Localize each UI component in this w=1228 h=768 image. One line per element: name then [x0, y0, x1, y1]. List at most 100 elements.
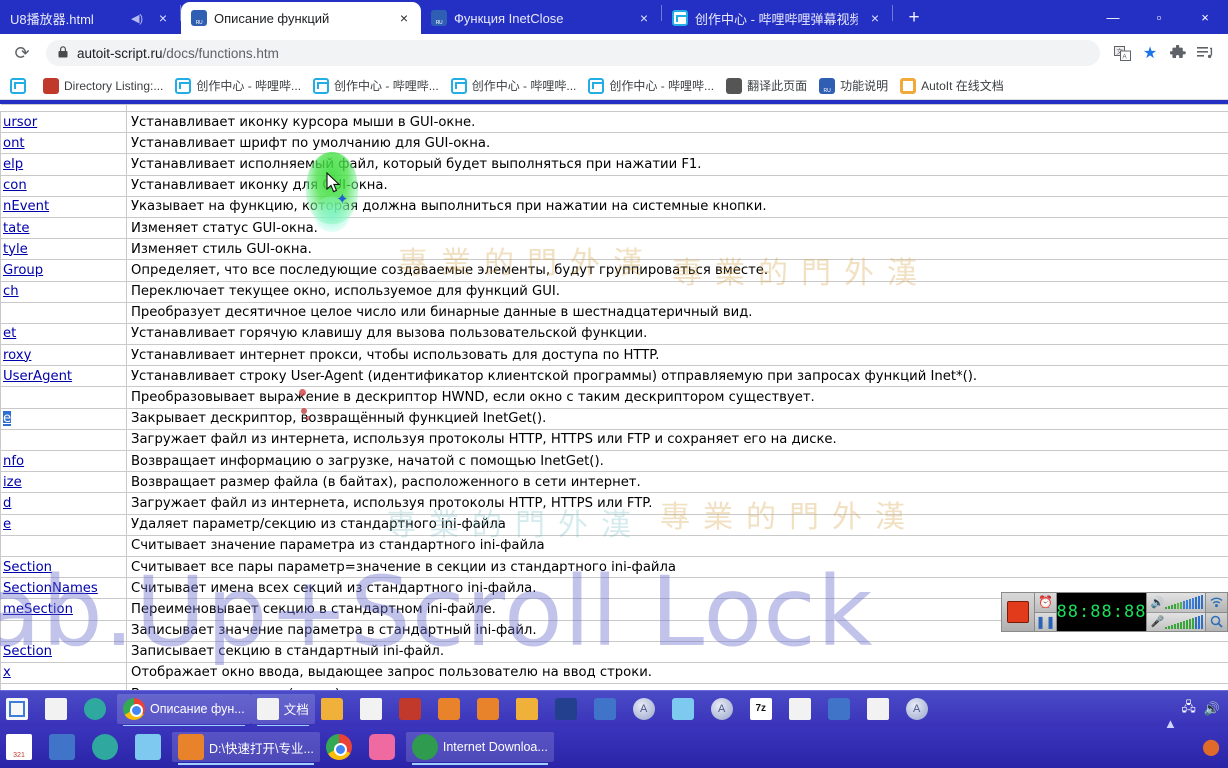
minimize-button[interactable]: — [1090, 0, 1136, 34]
volume-icon[interactable]: 🔊 [1204, 701, 1220, 717]
table-cell-description: Устанавливает иконку курсора мыши в GUI-… [126, 110, 1228, 134]
browser-tab-0[interactable]: U8播放器.html ◀) × [0, 2, 180, 34]
taskbar-icon-button[interactable] [861, 694, 900, 724]
taskbar-icon-button[interactable] [783, 694, 822, 724]
taskbar-icon-button[interactable] [432, 694, 471, 724]
taskbar-icon-button[interactable] [588, 694, 627, 724]
taskbar-icon-button[interactable] [86, 732, 129, 762]
function-link[interactable]: ursor [3, 115, 37, 130]
table-cell-description: Указывает на функцию, которая должна вып… [126, 195, 1228, 218]
taskbar-icon-button[interactable] [0, 694, 39, 724]
function-link[interactable]: et [3, 326, 16, 341]
taskbar-icon-button[interactable] [510, 694, 549, 724]
taskbar-window-button[interactable]: 文档 [250, 693, 315, 727]
function-link[interactable]: x [3, 665, 11, 680]
microphone-volume-row[interactable]: 🎤 [1147, 612, 1206, 631]
taskbar-window-button[interactable]: Описание фун... [117, 693, 251, 727]
taskbar-icon-button[interactable] [900, 694, 939, 724]
taskbar-icon-button[interactable] [627, 694, 666, 724]
taskbar-icon-button[interactable] [666, 694, 705, 724]
bookmark-item[interactable]: 创作中心 - 哔哩哔... [582, 75, 720, 97]
tab-title: U8播放器.html [10, 11, 94, 27]
media-menu-icon[interactable] [1192, 39, 1220, 67]
function-link[interactable]: elp [3, 157, 23, 172]
wifi-icon[interactable] [1206, 593, 1227, 613]
function-link[interactable]: Section [3, 644, 52, 659]
function-link[interactable]: nEvent [3, 199, 49, 214]
tray-circle-icon[interactable]: ⬤ [1202, 737, 1220, 757]
reload-icon[interactable]: ⟳ [8, 39, 36, 67]
table-cell-function-name: et [0, 322, 127, 346]
tab-close-icon[interactable]: × [393, 7, 415, 29]
bookmark-item[interactable]: AutoIt 在线文档 [894, 75, 1010, 97]
speaker-volume-row[interactable]: 🔊 [1147, 593, 1206, 613]
function-link[interactable]: d [3, 496, 11, 511]
translate-icon[interactable]: 文A [1108, 39, 1136, 67]
function-link[interactable]: Section [3, 560, 52, 575]
bookmark-item[interactable]: 功能说明 [813, 75, 894, 97]
extensions-icon[interactable] [1164, 39, 1192, 67]
taskbar-icon-button[interactable] [39, 694, 78, 724]
bookmark-item[interactable]: Directory Listing:... [37, 75, 169, 97]
function-link[interactable]: ont [3, 136, 25, 151]
taskbar-icon-button[interactable] [393, 694, 432, 724]
network-icon[interactable]: 🖧 [1181, 698, 1196, 720]
taskbar-icon-button[interactable] [43, 732, 86, 762]
bookmark-item[interactable]: 创作中心 - 哔哩哔... [307, 75, 445, 97]
browser-tab-3[interactable]: 创作中心 - 哔哩哔哩弹幕视频网 × [662, 2, 892, 34]
pause-icon[interactable]: ❚❚ [1035, 612, 1056, 631]
function-link[interactable]: con [3, 178, 27, 193]
function-link[interactable]: tate [3, 221, 30, 236]
taskbar-window-button[interactable]: Internet Downloa... [405, 732, 554, 765]
taskbar-icon-button[interactable] [0, 732, 43, 762]
taskbar-icon-button[interactable] [320, 732, 363, 762]
browser-tab-2[interactable]: Функция InetClose × [421, 2, 661, 34]
bookmark-item[interactable]: 创作中心 - 哔哩哔... [169, 75, 307, 97]
taskbar-icon-button[interactable] [471, 694, 510, 724]
taskbar-icon-button[interactable] [129, 732, 172, 762]
taskbar-icon-button[interactable] [315, 694, 354, 724]
bookmark-star-icon[interactable]: ★ [1136, 39, 1164, 67]
show-hidden-icons-arrow[interactable]: ▲ [1164, 716, 1177, 731]
folder-icon [515, 697, 538, 720]
alarm-icon[interactable]: ⏰ [1035, 593, 1056, 613]
bookmark-item[interactable]: 创作中心 - 哔哩哔... [445, 75, 583, 97]
magnifier-icon[interactable] [1206, 612, 1227, 631]
tab-close-icon[interactable]: × [864, 7, 886, 29]
red-icon [43, 77, 59, 94]
stop-button[interactable] [1002, 593, 1036, 631]
tab-close-icon[interactable]: × [152, 7, 174, 29]
red-marker-dot [299, 389, 306, 396]
browser-tab-1[interactable]: Описание функций × [181, 2, 421, 34]
function-link[interactable]: tyle [3, 242, 28, 257]
function-link[interactable]: roxy [3, 348, 31, 363]
bookmark-item[interactable]: 翻译此页面 [720, 75, 813, 97]
function-link[interactable]: e [3, 411, 12, 427]
microphone-icon: 🎤 [1150, 616, 1165, 629]
taskbar-icon-button[interactable] [822, 694, 861, 724]
bookmark-item[interactable] [4, 75, 37, 97]
taskbar-window-button[interactable]: D:\快速打开\专业... [172, 732, 320, 765]
function-link[interactable]: Group [3, 263, 43, 278]
tab-audio-icon[interactable]: ◀) [128, 12, 146, 25]
function-link[interactable]: SectionNames [3, 581, 98, 596]
taskbar-icon-button[interactable] [354, 694, 393, 724]
maximize-button[interactable]: ▫ [1136, 0, 1182, 34]
taskbar-icon-button[interactable] [549, 694, 588, 724]
function-link[interactable]: UserAgent [3, 369, 72, 384]
tab-close-icon[interactable]: × [633, 7, 655, 29]
function-link[interactable]: e [3, 517, 11, 532]
new-tab-button[interactable]: + [899, 3, 929, 33]
bili-icon [10, 77, 26, 94]
taskbar-icon-button[interactable] [363, 732, 406, 762]
media-mixer-widget[interactable]: ⏰ ❚❚ 88:88:88 🔊 🎤 [1001, 592, 1228, 632]
function-link[interactable]: ch [3, 284, 19, 299]
function-link[interactable]: ize [3, 475, 22, 490]
function-link[interactable]: nfo [3, 454, 24, 469]
taskbar-icon-button[interactable] [744, 694, 783, 724]
close-window-button[interactable]: × [1182, 0, 1228, 34]
taskbar-icon-button[interactable] [705, 694, 744, 724]
address-bar[interactable]: autoit-script.ru/docs/functions.htm [46, 40, 1100, 66]
taskbar-icon-button[interactable] [78, 694, 117, 724]
function-link[interactable]: meSection [3, 602, 73, 617]
